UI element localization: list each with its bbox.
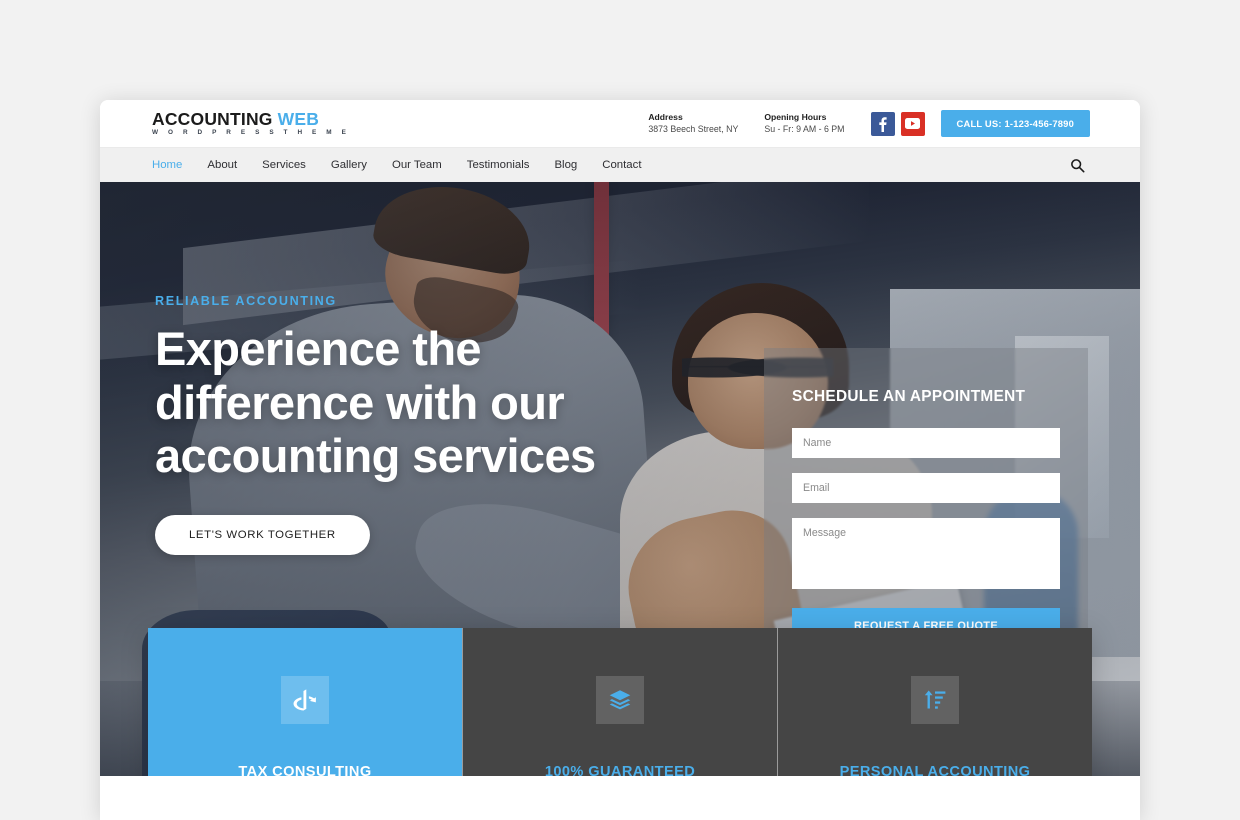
nav-item-contact[interactable]: Contact	[602, 159, 641, 171]
nav-item-gallery[interactable]: Gallery	[331, 159, 367, 171]
call-us-button[interactable]: CALL US: 1-123-456-7890	[940, 110, 1090, 137]
address-block: Address 3873 Beech Street, NY	[648, 112, 738, 136]
page-title: Experience the difference with our accou…	[155, 322, 596, 483]
main-navigation: Home About Services Gallery Our Team Testimon…	[100, 147, 1140, 182]
hours-block: Opening Hours Su - Fr: 9 AM - 6 PM	[764, 112, 844, 136]
hours-label: Opening Hours	[764, 111, 827, 122]
appointment-form-title: SCHEDULE AN APPOINTMENT	[792, 388, 1026, 405]
site-logo[interactable]: ACCOUNTING WEB W O R D P R E S S T H E M…	[152, 108, 350, 137]
nav-item-services[interactable]: Services	[262, 159, 306, 171]
logo-text: ACCOUNTING WEB	[152, 108, 350, 129]
facebook-icon[interactable]	[870, 111, 895, 136]
service-card[interactable]: 100% GUARANTEEDLorem ipsum dolor sit ame…	[462, 628, 777, 776]
email-input[interactable]	[792, 473, 1060, 503]
service-card-title: TAX CONSULTING	[238, 764, 372, 776]
search-icon[interactable]	[1068, 156, 1086, 174]
hero-eyebrow: RELIABLE ACCOUNTING	[155, 294, 337, 308]
nav-item-testimonials[interactable]: Testimonials	[467, 159, 530, 171]
nav-item-home[interactable]: Home	[152, 159, 182, 171]
website-page: ACCOUNTING WEB W O R D P R E S S T H E M…	[100, 100, 1140, 820]
hours-value: Su - Fr: 9 AM - 6 PM	[764, 124, 845, 135]
hero-copy: RELIABLE ACCOUNTING Experience the diffe…	[155, 294, 625, 555]
openid-icon	[281, 676, 329, 725]
nav-item-about[interactable]: About	[207, 159, 237, 171]
service-card-title: 100% GUARANTEED	[544, 764, 696, 776]
header-top-bar: ACCOUNTING WEB W O R D P R E S S T H E M…	[100, 100, 1140, 147]
youtube-icon[interactable]	[900, 111, 925, 136]
hero-section: RELIABLE ACCOUNTING Experience the diffe…	[100, 182, 1140, 776]
service-card-list: TAX CONSULTINGLorem ipsum dolor sit amet…	[148, 628, 1092, 776]
nav-item-blog[interactable]: Blog	[554, 159, 577, 171]
lets-work-together-button[interactable]: LET'S WORK TOGETHER	[155, 514, 370, 555]
name-input[interactable]	[792, 428, 1060, 458]
nav-item-our-team[interactable]: Our Team	[392, 159, 442, 171]
layers-icon	[596, 676, 644, 725]
sort-ascending-icon	[911, 676, 959, 725]
service-card-title: PERSONAL ACCOUNTING	[839, 764, 1031, 776]
address-value: 3873 Beech Street, NY	[648, 124, 739, 135]
header-contact-group: Address 3873 Beech Street, NY Opening Ho…	[648, 100, 1090, 147]
logo-text-accent: WEB	[277, 108, 320, 129]
service-card[interactable]: PERSONAL ACCOUNTINGLorem ipsum dolor sit…	[777, 628, 1092, 776]
logo-subtitle: W O R D P R E S S T H E M E	[152, 129, 350, 137]
nav-item-list: Home About Services Gallery Our Team Testimon…	[152, 159, 667, 171]
message-input[interactable]	[792, 518, 1060, 589]
address-label: Address	[648, 111, 683, 122]
logo-text-primary: ACCOUNTING	[152, 108, 273, 129]
service-card[interactable]: TAX CONSULTINGLorem ipsum dolor sit amet…	[148, 628, 462, 776]
